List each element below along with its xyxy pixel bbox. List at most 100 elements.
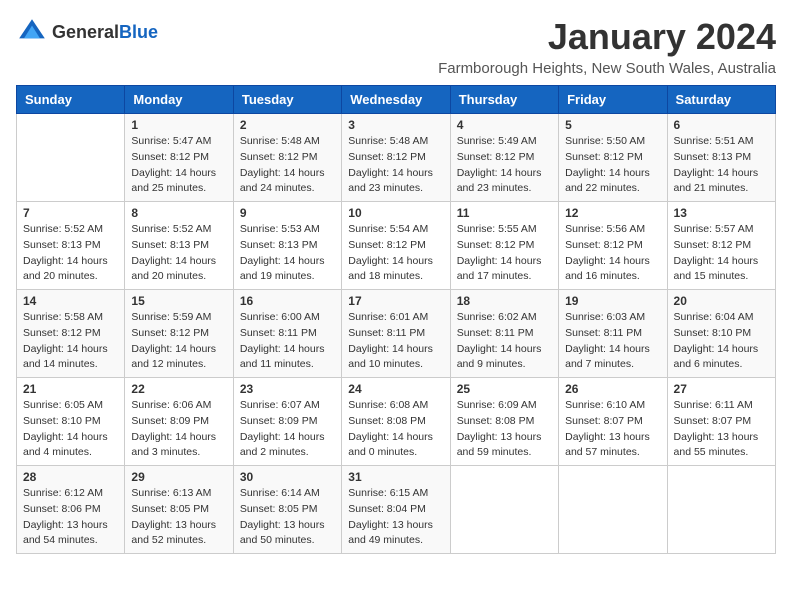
day-number: 9 [240,206,335,220]
day-info: Sunrise: 6:00 AMSunset: 8:11 PMDaylight:… [240,310,335,373]
day-number: 29 [131,470,226,484]
calendar-day-cell: 3 Sunrise: 5:48 AMSunset: 8:12 PMDaylight… [342,114,450,202]
day-of-week-header: Saturday [667,86,775,114]
calendar-day-cell: 8Sunrise: 5:52 AMSunset: 8:13 PMDaylight… [125,202,233,290]
day-number: 8 [131,206,226,220]
day-number: 26 [565,382,660,396]
calendar-day-cell [559,466,667,554]
day-of-week-header: Friday [559,86,667,114]
calendar-body: 1 Sunrise: 5:47 AMSunset: 8:12 PMDaylight… [17,114,776,554]
day-info: Sunrise: 6:06 AMSunset: 8:09 PMDaylight:… [131,398,226,461]
calendar-day-cell: 28Sunrise: 6:12 AMSunset: 8:06 PMDayligh… [17,466,125,554]
day-number: 30 [240,470,335,484]
day-info: Sunrise: 5:53 AMSunset: 8:13 PMDaylight:… [240,222,335,285]
calendar-day-cell: 29 Sunrise: 6:13 AMSunset: 8:05 PMDayligh… [125,466,233,554]
calendar-day-cell: 2 Sunrise: 5:48 AMSunset: 8:12 PMDaylight… [233,114,341,202]
calendar-table: SundayMondayTuesdayWednesdayThursdayFrid… [16,85,776,554]
day-info: Sunrise: 6:03 AMSunset: 8:11 PMDaylight:… [565,310,660,373]
calendar-day-cell: 11 Sunrise: 5:55 AMSunset: 8:12 PMDayligh… [450,202,558,290]
day-number: 19 [565,294,660,308]
day-info: Sunrise: 6:11 AMSunset: 8:07 PMDaylight:… [674,398,769,461]
day-of-week-header: Thursday [450,86,558,114]
day-info: Sunrise: 6:10 AMSunset: 8:07 PMDaylight:… [565,398,660,461]
day-number: 17 [348,294,443,308]
calendar-day-cell: 9 Sunrise: 5:53 AMSunset: 8:13 PMDaylight… [233,202,341,290]
calendar-day-cell: 19 Sunrise: 6:03 AMSunset: 8:11 PMDayligh… [559,290,667,378]
day-number: 6 [674,118,769,132]
calendar-day-cell: 27 Sunrise: 6:11 AMSunset: 8:07 PMDayligh… [667,378,775,466]
day-info: Sunrise: 5:52 AMSunset: 8:13 PMDaylight:… [23,222,118,285]
calendar-day-cell: 26 Sunrise: 6:10 AMSunset: 8:07 PMDayligh… [559,378,667,466]
day-number: 1 [131,118,226,132]
day-info: Sunrise: 5:55 AMSunset: 8:12 PMDaylight:… [457,222,552,285]
location-title: Farmborough Heights, New South Wales, Au… [438,60,776,77]
day-info: Sunrise: 6:01 AMSunset: 8:11 PMDaylight:… [348,310,443,373]
logo: GeneralBlue [16,16,158,48]
day-number: 14 [23,294,118,308]
calendar-week-row: 1 Sunrise: 5:47 AMSunset: 8:12 PMDaylight… [17,114,776,202]
logo-icon [16,16,48,48]
day-number: 21 [23,382,118,396]
day-info: Sunrise: 6:15 AMSunset: 8:04 PMDaylight:… [348,486,443,549]
day-number: 15 [131,294,226,308]
calendar-day-cell: 10Sunrise: 5:54 AMSunset: 8:12 PMDayligh… [342,202,450,290]
calendar-day-cell: 21 Sunrise: 6:05 AMSunset: 8:10 PMDayligh… [17,378,125,466]
title-block: January 2024 Farmborough Heights, New So… [438,16,776,77]
day-number: 25 [457,382,552,396]
calendar-day-cell: 16Sunrise: 6:00 AMSunset: 8:11 PMDayligh… [233,290,341,378]
day-info: Sunrise: 6:05 AMSunset: 8:10 PMDaylight:… [23,398,118,461]
day-info: Sunrise: 6:13 AMSunset: 8:05 PMDaylight:… [131,486,226,549]
calendar-day-cell: 30 Sunrise: 6:14 AMSunset: 8:05 PMDayligh… [233,466,341,554]
day-number: 23 [240,382,335,396]
day-info: Sunrise: 6:09 AMSunset: 8:08 PMDaylight:… [457,398,552,461]
day-number: 3 [348,118,443,132]
day-info: Sunrise: 5:57 AMSunset: 8:12 PMDaylight:… [674,222,769,285]
calendar-day-cell: 1 Sunrise: 5:47 AMSunset: 8:12 PMDaylight… [125,114,233,202]
day-info: Sunrise: 5:48 AMSunset: 8:12 PMDaylight:… [348,134,443,197]
calendar-day-cell: 12Sunrise: 5:56 AMSunset: 8:12 PMDayligh… [559,202,667,290]
day-info: Sunrise: 5:48 AMSunset: 8:12 PMDaylight:… [240,134,335,197]
calendar-day-cell: 6 Sunrise: 5:51 AMSunset: 8:13 PMDaylight… [667,114,775,202]
day-info: Sunrise: 6:08 AMSunset: 8:08 PMDaylight:… [348,398,443,461]
day-number: 5 [565,118,660,132]
calendar-day-cell: 31 Sunrise: 6:15 AMSunset: 8:04 PMDayligh… [342,466,450,554]
day-info: Sunrise: 5:47 AMSunset: 8:12 PMDaylight:… [131,134,226,197]
day-number: 13 [674,206,769,220]
day-number: 22 [131,382,226,396]
calendar-week-row: 28Sunrise: 6:12 AMSunset: 8:06 PMDayligh… [17,466,776,554]
day-info: Sunrise: 5:59 AMSunset: 8:12 PMDaylight:… [131,310,226,373]
calendar-day-cell [450,466,558,554]
day-number: 12 [565,206,660,220]
calendar-week-row: 21 Sunrise: 6:05 AMSunset: 8:10 PMDayligh… [17,378,776,466]
day-number: 11 [457,206,552,220]
day-of-week-header: Monday [125,86,233,114]
calendar-week-row: 14 Sunrise: 5:58 AMSunset: 8:12 PMDayligh… [17,290,776,378]
day-info: Sunrise: 6:04 AMSunset: 8:10 PMDaylight:… [674,310,769,373]
calendar-day-cell: 25 Sunrise: 6:09 AMSunset: 8:08 PMDayligh… [450,378,558,466]
day-info: Sunrise: 6:02 AMSunset: 8:11 PMDaylight:… [457,310,552,373]
logo-text-general: General [52,22,119,42]
day-info: Sunrise: 5:58 AMSunset: 8:12 PMDaylight:… [23,310,118,373]
calendar-week-row: 7Sunrise: 5:52 AMSunset: 8:13 PMDaylight… [17,202,776,290]
calendar-day-cell [667,466,775,554]
calendar-day-cell: 20Sunrise: 6:04 AMSunset: 8:10 PMDayligh… [667,290,775,378]
calendar-day-cell: 14 Sunrise: 5:58 AMSunset: 8:12 PMDayligh… [17,290,125,378]
calendar-day-cell: 4 Sunrise: 5:49 AMSunset: 8:12 PMDaylight… [450,114,558,202]
day-of-week-header: Wednesday [342,86,450,114]
day-number: 4 [457,118,552,132]
day-info: Sunrise: 5:51 AMSunset: 8:13 PMDaylight:… [674,134,769,197]
day-number: 31 [348,470,443,484]
calendar-day-cell: 24Sunrise: 6:08 AMSunset: 8:08 PMDayligh… [342,378,450,466]
day-info: Sunrise: 6:14 AMSunset: 8:05 PMDaylight:… [240,486,335,549]
calendar-day-cell: 7Sunrise: 5:52 AMSunset: 8:13 PMDaylight… [17,202,125,290]
day-number: 2 [240,118,335,132]
calendar-day-cell: 22 Sunrise: 6:06 AMSunset: 8:09 PMDayligh… [125,378,233,466]
day-number: 27 [674,382,769,396]
logo-text-blue: Blue [119,22,158,42]
calendar-day-cell: 23 Sunrise: 6:07 AMSunset: 8:09 PMDayligh… [233,378,341,466]
day-number: 10 [348,206,443,220]
day-info: Sunrise: 5:49 AMSunset: 8:12 PMDaylight:… [457,134,552,197]
day-info: Sunrise: 6:07 AMSunset: 8:09 PMDaylight:… [240,398,335,461]
day-number: 18 [457,294,552,308]
calendar-day-cell: 15 Sunrise: 5:59 AMSunset: 8:12 PMDayligh… [125,290,233,378]
